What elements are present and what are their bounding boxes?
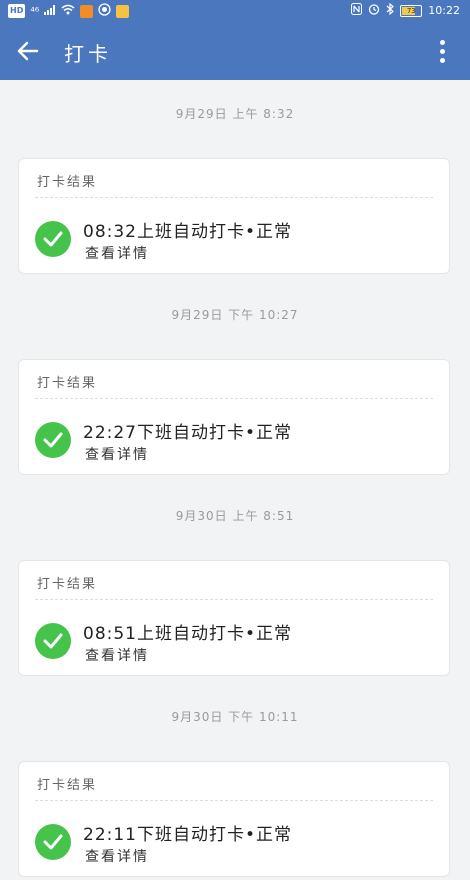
check-circle-icon: [35, 221, 71, 257]
punch-result-card[interactable]: 打卡结果 22:27下班自动打卡•正常 查看详情: [18, 359, 450, 475]
punch-result-card[interactable]: 打卡结果 08:32上班自动打卡•正常 查看详情: [18, 158, 450, 274]
status-bar: HD ⁴⁶ 73 10:22: [0, 0, 470, 22]
record-timestamp: 9月30日 上午 8:51: [175, 509, 295, 523]
clock-time: 10:22: [428, 4, 460, 17]
view-details-link[interactable]: 查看详情: [85, 243, 149, 263]
record-description: 下班自动打卡•正常: [137, 423, 293, 443]
gallery-app-icon: [116, 4, 130, 18]
record-time: 22:11: [83, 825, 137, 845]
record-timestamp: 9月30日 下午 10:11: [171, 710, 299, 724]
back-button[interactable]: [14, 37, 42, 65]
check-circle-icon: [35, 824, 71, 860]
record-timestamp: 9月29日 上午 8:32: [175, 107, 295, 121]
app-bar: 打卡: [0, 22, 470, 80]
card-title: 打卡结果: [37, 175, 98, 190]
record-description: 上班自动打卡•正常: [137, 624, 293, 644]
card-title: 打卡结果: [37, 577, 98, 592]
check-circle-icon: [35, 422, 71, 458]
record-time: 22:27: [83, 423, 137, 443]
status-right: 73 10:22: [351, 2, 460, 18]
more-vertical-icon: [439, 39, 445, 45]
check-circle-icon: [35, 623, 71, 659]
alarm-icon: [368, 3, 380, 18]
punch-result-card[interactable]: 打卡结果 22:11下班自动打卡•正常 查看详情: [18, 761, 450, 877]
battery-icon: 73: [400, 4, 423, 17]
record-time: 08:51: [83, 624, 137, 644]
battery-level: 73: [406, 6, 416, 15]
card-divider: [35, 800, 433, 801]
card-divider: [35, 398, 433, 399]
view-details-link[interactable]: 查看详情: [85, 846, 149, 866]
view-details-link[interactable]: 查看详情: [85, 645, 149, 665]
punch-result-card[interactable]: 打卡结果 08:51上班自动打卡•正常 查看详情: [18, 560, 450, 676]
record-description: 上班自动打卡•正常: [137, 222, 293, 242]
record-summary: 22:27下班自动打卡•正常: [83, 418, 292, 443]
view-details-link[interactable]: 查看详情: [85, 444, 149, 464]
target-icon: [98, 3, 111, 19]
card-divider: [35, 197, 433, 198]
wifi-icon: [61, 4, 75, 18]
record-time: 08:32: [83, 222, 137, 242]
record-summary: 08:51上班自动打卡•正常: [83, 619, 292, 644]
hd-badge: HD: [8, 4, 26, 18]
signal-badge: ⁴⁶: [30, 4, 40, 18]
notification-app-icon: [80, 4, 94, 18]
bluetooth-icon: [386, 2, 395, 18]
record-summary: 08:32上班自动打卡•正常: [83, 217, 292, 242]
record-summary: 22:11下班自动打卡•正常: [83, 820, 292, 845]
status-left: HD ⁴⁶: [8, 3, 130, 19]
arrow-left-icon: [17, 41, 39, 61]
card-divider: [35, 599, 433, 600]
record-timestamp: 9月29日 下午 10:27: [171, 308, 299, 322]
nfc-icon: [351, 3, 363, 18]
signal-icon: [44, 4, 56, 18]
card-title: 打卡结果: [37, 376, 98, 391]
page-title: 打卡: [64, 42, 112, 66]
record-description: 下班自动打卡•正常: [137, 825, 293, 845]
card-title: 打卡结果: [37, 778, 98, 793]
more-options-button[interactable]: [430, 37, 454, 65]
